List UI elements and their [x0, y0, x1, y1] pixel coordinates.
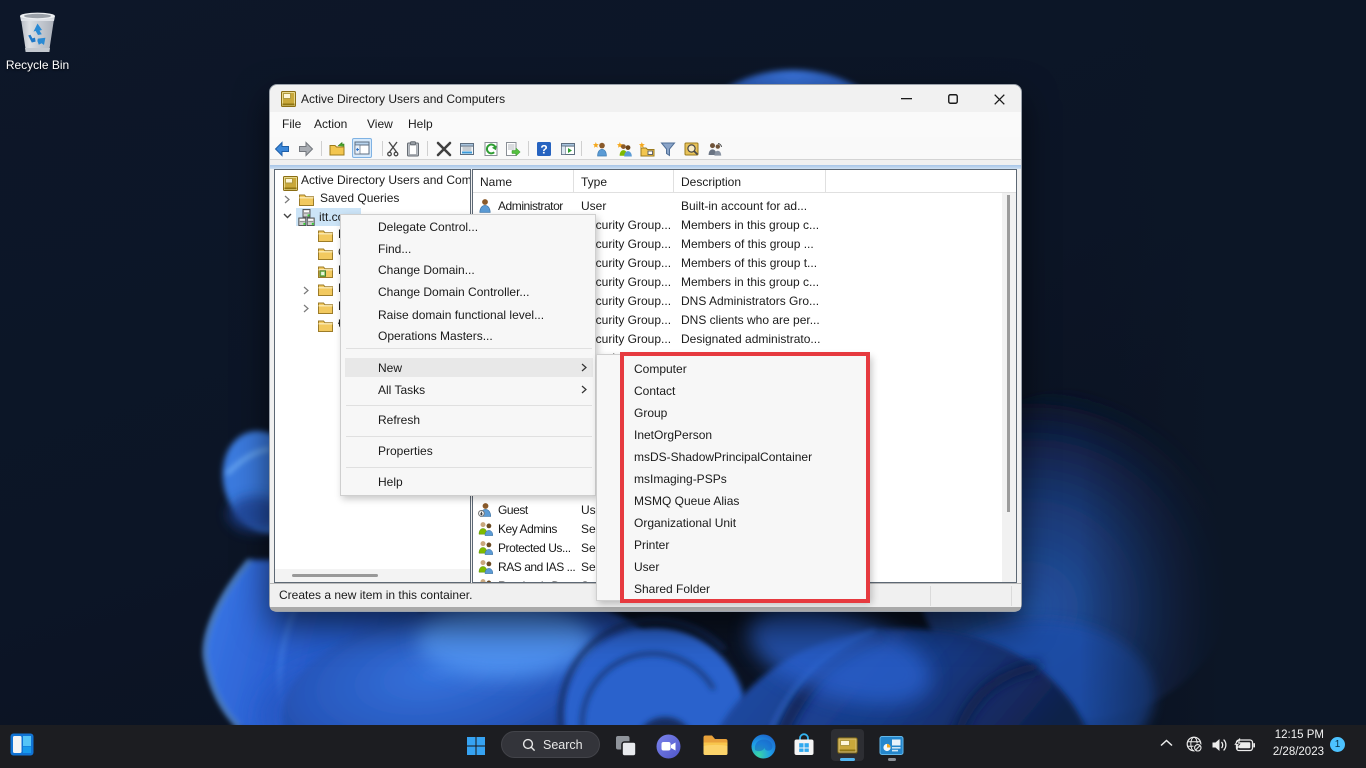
- svg-text:?: ?: [540, 143, 547, 157]
